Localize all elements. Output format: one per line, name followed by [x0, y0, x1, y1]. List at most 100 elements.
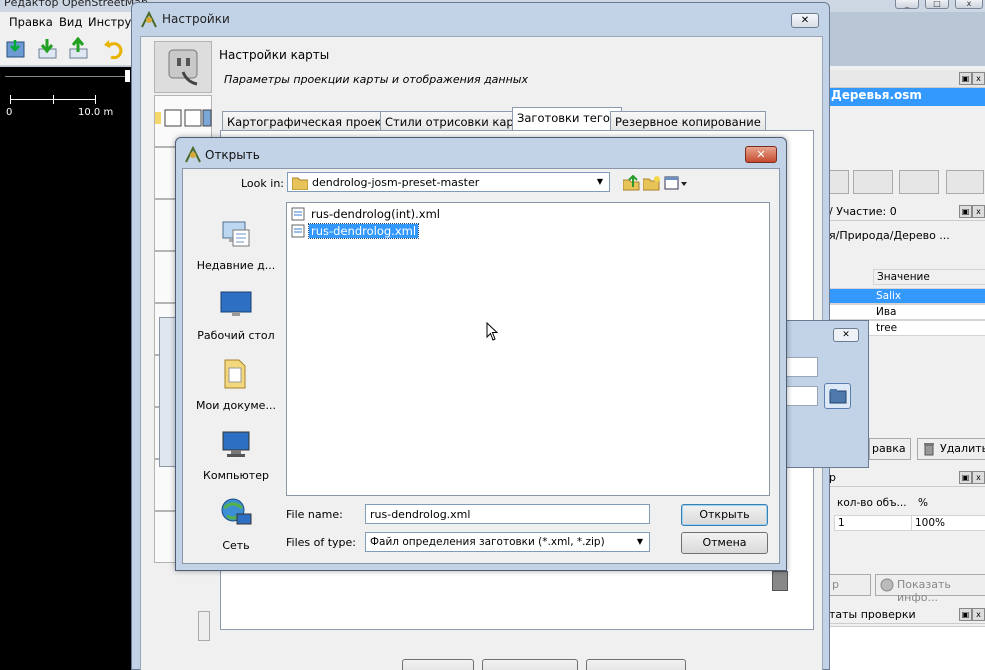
mouse-cursor-icon	[486, 322, 498, 341]
stats-title: р	[829, 471, 836, 484]
edit-tag-button[interactable]: равка	[869, 438, 911, 460]
look-in-label: Look in:	[241, 177, 284, 190]
url-field[interactable]	[786, 357, 818, 377]
minimize-icon[interactable]: _	[895, 0, 919, 9]
josm-app-icon	[185, 146, 201, 163]
map-view[interactable]	[0, 67, 132, 670]
panel-close-icon[interactable]: x	[972, 608, 985, 621]
zoom-slider-thumb[interactable]	[125, 70, 130, 82]
close-icon[interactable]: x	[955, 0, 983, 9]
prefs-button[interactable]: р	[829, 574, 871, 596]
file-name-label: File name:	[286, 508, 343, 521]
zoom-slider-track	[5, 76, 127, 77]
layer-row[interactable]: Деревья.osm	[829, 88, 985, 106]
preset-path: я/Природа/Дерево ...	[829, 229, 950, 242]
file-name: rus-dendrolog(int).xml	[311, 207, 440, 221]
desktop-icon	[220, 291, 252, 316]
show-info-label: Показать инфо...	[897, 578, 951, 604]
look-in-dropdown[interactable]: dendrolog-josm-preset-master ▼	[287, 172, 610, 192]
folder-icon	[292, 177, 308, 190]
place-network[interactable]: Сеть	[191, 492, 281, 560]
panel-collapse-icon[interactable]: ▣	[959, 608, 972, 621]
panel-collapse-icon[interactable]: ▣	[959, 72, 972, 85]
place-label: Рабочий стол	[197, 329, 275, 342]
recent-items-icon	[222, 221, 250, 247]
files-of-type-dropdown[interactable]: Файл определения заготовки (*.xml, *.zip…	[365, 532, 650, 552]
place-computer[interactable]: Компьютер	[191, 422, 281, 490]
folder-open-icon	[829, 389, 847, 404]
place-desktop[interactable]: Рабочий стол	[191, 282, 281, 350]
scroll-arrows[interactable]	[198, 611, 210, 641]
upload-icon[interactable]	[67, 36, 91, 61]
preferences-close-button[interactable]: ✕	[791, 13, 819, 28]
computer-icon	[222, 431, 250, 457]
help-button[interactable]	[586, 659, 686, 670]
delete-tag-button[interactable]: Удалить	[917, 438, 985, 460]
open-dialog-title: Открыть	[205, 148, 260, 162]
maximize-icon[interactable]: □	[925, 0, 949, 9]
cancel-button[interactable]	[482, 659, 578, 670]
delete-tag-label: Удалить	[940, 442, 985, 455]
up-folder-icon[interactable]	[622, 174, 641, 191]
ok-button[interactable]	[402, 659, 474, 670]
place-documents[interactable]: Мои докуме...	[191, 352, 281, 420]
main-window-title: Редактор OpenStreetMap	[4, 0, 149, 9]
tag-row[interactable]: Ива	[829, 304, 985, 320]
sidebar-item-plugins[interactable]	[154, 41, 212, 93]
close-icon[interactable]: ✕	[833, 328, 859, 342]
info-icon	[880, 578, 894, 592]
validation-list[interactable]	[829, 626, 985, 670]
menu-view[interactable]: Вид	[59, 15, 82, 29]
tag-row[interactable]: Salix	[829, 288, 985, 304]
merge-layer-icon[interactable]	[853, 170, 893, 194]
network-icon	[221, 498, 252, 525]
view-menu-icon[interactable]	[664, 175, 688, 191]
cancel-button[interactable]: Отмена	[681, 532, 768, 554]
panel-close-icon[interactable]: x	[972, 72, 985, 85]
trash-icon	[924, 443, 934, 456]
stats-column-header: %	[918, 497, 928, 509]
delete-layer-icon[interactable]	[946, 170, 984, 194]
new-folder-icon[interactable]	[642, 175, 661, 191]
tags-value-header: Значение	[873, 269, 985, 285]
selection-panel-header: / Участие: 0 ▣ x	[829, 203, 985, 221]
look-in-value: dendrolog-josm-preset-master	[312, 176, 480, 189]
panel-close-icon[interactable]: x	[972, 471, 985, 484]
download-icon[interactable]	[36, 37, 60, 61]
preferences-heading: Настройки карты	[219, 48, 330, 62]
menu-tools[interactable]: Инстру	[88, 15, 131, 29]
panel-collapse-icon[interactable]: ▣	[959, 205, 972, 218]
plug-icon	[168, 49, 198, 86]
file-name-input[interactable]: rus-dendrolog.xml	[365, 504, 650, 524]
trash-icon[interactable]	[772, 571, 788, 591]
preferences-description: Параметры проекции карты и отображения д…	[224, 73, 529, 86]
background-preset-dialog: ✕	[785, 320, 869, 468]
preferences-title: Настройки	[162, 12, 230, 26]
layer-down-icon[interactable]	[829, 170, 849, 194]
undo-icon[interactable]	[101, 37, 125, 61]
panel-close-icon[interactable]: x	[972, 205, 985, 218]
layers-toolbar	[829, 170, 985, 196]
xml-file-icon	[291, 224, 305, 238]
documents-folder-icon	[224, 359, 246, 389]
menu-bar: Правка Вид Инстру	[0, 12, 140, 32]
tab-backup[interactable]: Резервное копирование	[610, 111, 766, 131]
menu-edit[interactable]: Правка	[9, 15, 53, 29]
scale-end: 10.0 m	[78, 107, 114, 118]
show-info-button[interactable]: Показать инфо...	[875, 574, 985, 604]
scale-start: 0	[6, 107, 13, 118]
file-list[interactable]: rus-dendrolog(int).xml rus-dendrolog.xml	[286, 202, 770, 496]
tab-tag-presets[interactable]: Заготовки тегов	[512, 107, 622, 132]
place-label: Мои докуме...	[196, 399, 276, 412]
place-recent[interactable]: Недавние д...	[191, 212, 281, 280]
open-dialog-close-button[interactable]: ✕	[745, 146, 777, 163]
panel-collapse-icon[interactable]: ▣	[959, 471, 972, 484]
place-label: Компьютер	[203, 469, 269, 482]
open-file-icon[interactable]	[4, 37, 28, 61]
chevron-down-icon: ▼	[596, 177, 604, 186]
browse-file-button[interactable]	[824, 383, 851, 409]
name-field[interactable]	[786, 386, 818, 406]
layer-properties-icon[interactable]	[899, 170, 939, 194]
xml-file-icon	[291, 207, 305, 221]
open-button[interactable]: Открыть	[681, 504, 768, 526]
